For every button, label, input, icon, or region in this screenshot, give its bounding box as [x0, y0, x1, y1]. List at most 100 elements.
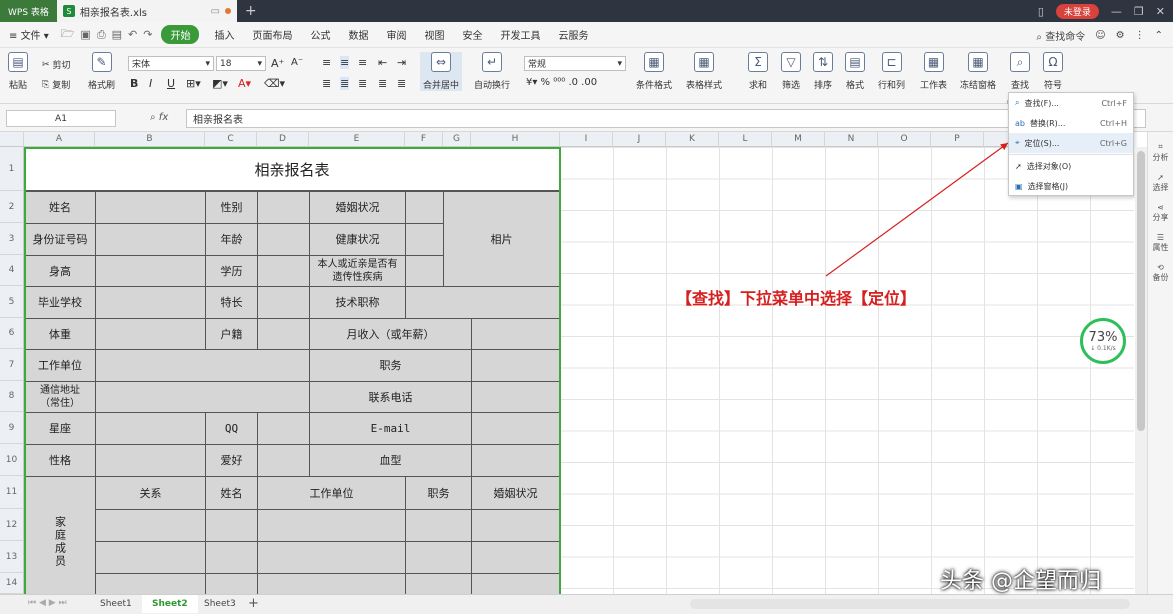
- row-header-13[interactable]: 13: [0, 541, 24, 573]
- font-grow-icon[interactable]: A⁺: [271, 57, 284, 70]
- label-title[interactable]: 技术职称: [309, 286, 406, 319]
- label-family-employer[interactable]: 工作单位: [257, 476, 406, 510]
- label-name[interactable]: 姓名: [24, 191, 96, 224]
- value-cell[interactable]: [471, 444, 560, 477]
- undo-icon[interactable]: ↶: [125, 28, 140, 41]
- conditional-format-button[interactable]: ▦ 条件格式: [636, 52, 672, 91]
- find-button[interactable]: ⌕ 查找: [1010, 52, 1030, 91]
- value-cell[interactable]: [205, 509, 258, 542]
- align-top-icon[interactable]: ≡: [322, 56, 331, 69]
- network-speed-widget[interactable]: 73% ↓ 0.1K/s: [1080, 318, 1126, 364]
- value-cell[interactable]: [95, 573, 206, 595]
- sidebar-backup[interactable]: ⟲ 备份: [1148, 263, 1173, 283]
- label-gender[interactable]: 性别: [205, 191, 258, 224]
- col-header-h[interactable]: H: [471, 132, 560, 147]
- tab-insert[interactable]: 插入: [205, 27, 243, 42]
- restore-icon[interactable]: ❐: [1134, 5, 1144, 18]
- row-header-3[interactable]: 3: [0, 223, 24, 255]
- label-age[interactable]: 年龄: [205, 223, 258, 256]
- menu-item-selection-pane[interactable]: ▣ 选择窗格(J): [1009, 176, 1133, 196]
- sheet-button[interactable]: ▦ 工作表: [920, 52, 947, 91]
- menu-file[interactable]: ≡ 文件 ▾: [0, 27, 58, 42]
- save-icon[interactable]: ▣: [77, 28, 93, 41]
- label-specialty[interactable]: 特长: [205, 286, 258, 319]
- label-photo[interactable]: 相片: [443, 191, 560, 287]
- label-income[interactable]: 月收入（或年薪）: [309, 318, 472, 350]
- value-cell[interactable]: [95, 541, 206, 574]
- close-icon[interactable]: ✕: [1156, 5, 1165, 18]
- value-cell[interactable]: [257, 509, 406, 542]
- col-header-f[interactable]: F: [405, 132, 443, 147]
- value-cell[interactable]: [405, 191, 444, 224]
- formula-input[interactable]: 相亲报名表: [186, 109, 1146, 128]
- label-family-marital[interactable]: 婚姻状况: [471, 476, 560, 510]
- tab-data[interactable]: 数据: [339, 27, 377, 42]
- row-header-10[interactable]: 10: [0, 444, 24, 476]
- menu-item-goto[interactable]: ⌖ 定位(S)... Ctrl+G: [1009, 133, 1133, 153]
- indent-increase-icon[interactable]: ⇥: [397, 56, 406, 69]
- tab-security[interactable]: 安全: [453, 27, 491, 42]
- justify-icon[interactable]: ≣: [378, 77, 387, 90]
- label-personality[interactable]: 性格: [24, 444, 96, 477]
- number-format-select[interactable]: 常规 ▾: [524, 56, 626, 71]
- table-title[interactable]: 相亲报名表: [24, 147, 560, 191]
- collapse-ribbon-icon[interactable]: ⌃: [1155, 30, 1163, 41]
- name-box[interactable]: A1: [6, 110, 116, 127]
- col-header-m[interactable]: M: [772, 132, 825, 147]
- value-cell[interactable]: [257, 412, 310, 445]
- font-color-icon[interactable]: A▾: [238, 77, 251, 90]
- sheet-nav-icon[interactable]: ⏮ ◀ ▶ ⏭: [28, 598, 67, 608]
- value-cell[interactable]: [405, 541, 472, 574]
- symbol-button[interactable]: Ω 符号: [1043, 52, 1063, 91]
- value-cell[interactable]: [471, 412, 560, 445]
- row-header-12[interactable]: 12: [0, 509, 24, 541]
- row-header-5[interactable]: 5: [0, 286, 24, 318]
- row-header-14[interactable]: 14: [0, 573, 24, 594]
- sheet-tab-3[interactable]: Sheet3: [194, 595, 246, 613]
- label-height[interactable]: 身高: [24, 255, 96, 287]
- label-marital[interactable]: 婚姻状况: [309, 191, 406, 224]
- app-logo[interactable]: WPS 表格: [0, 0, 57, 22]
- value-cell[interactable]: [405, 286, 560, 319]
- filter-button[interactable]: ▽ 筛选: [781, 52, 801, 91]
- align-right-icon[interactable]: ≣: [358, 77, 367, 90]
- sheet-tab-1[interactable]: Sheet1: [90, 595, 142, 613]
- label-qq[interactable]: QQ: [205, 412, 258, 445]
- col-header-b[interactable]: B: [95, 132, 205, 147]
- label-relation[interactable]: 关系: [95, 476, 206, 510]
- value-cell[interactable]: [95, 223, 206, 256]
- value-cell[interactable]: [257, 286, 310, 319]
- format-button[interactable]: ▤ 格式: [845, 52, 865, 91]
- col-header-d[interactable]: D: [257, 132, 309, 147]
- merge-center-button[interactable]: ⇔ 合并居中: [420, 52, 463, 91]
- cut-button[interactable]: ✂ 剪切: [42, 58, 71, 72]
- sum-button[interactable]: Σ 求和: [748, 52, 768, 91]
- tab-review[interactable]: 审阅: [377, 27, 415, 42]
- value-cell[interactable]: [405, 255, 444, 287]
- sidebar-select[interactable]: ➚ 选择: [1148, 173, 1173, 193]
- col-header-a[interactable]: A: [24, 132, 95, 147]
- col-header-j[interactable]: J: [613, 132, 666, 147]
- login-button[interactable]: 未登录: [1055, 3, 1099, 19]
- value-cell[interactable]: [257, 444, 310, 477]
- tab-cloud[interactable]: 云服务: [549, 27, 597, 42]
- vertical-scrollbar[interactable]: [1135, 147, 1147, 594]
- menu-item-replace[interactable]: ab 替换(R)... Ctrl+H: [1009, 113, 1133, 133]
- fill-color-icon[interactable]: ◩▾: [212, 77, 228, 90]
- col-header-l[interactable]: L: [719, 132, 772, 147]
- clear-format-icon[interactable]: ⌫▾: [264, 77, 285, 90]
- label-education[interactable]: 学历: [205, 255, 258, 287]
- value-cell[interactable]: [95, 286, 206, 319]
- value-cell[interactable]: [95, 412, 206, 445]
- print-preview-icon[interactable]: ▤: [109, 28, 125, 41]
- window-mode-icon[interactable]: ▯: [1038, 5, 1044, 18]
- font-shrink-icon[interactable]: A⁻: [291, 57, 303, 68]
- select-all-corner[interactable]: [0, 132, 24, 147]
- col-header-g[interactable]: G: [443, 132, 471, 147]
- font-size-select[interactable]: 18 ▾: [216, 56, 266, 71]
- label-hobby[interactable]: 爱好: [205, 444, 258, 477]
- tab-developer[interactable]: 开发工具: [491, 27, 549, 42]
- label-zodiac[interactable]: 星座: [24, 412, 96, 445]
- value-cell[interactable]: [95, 381, 310, 413]
- sidebar-properties[interactable]: ☰ 属性: [1148, 233, 1173, 253]
